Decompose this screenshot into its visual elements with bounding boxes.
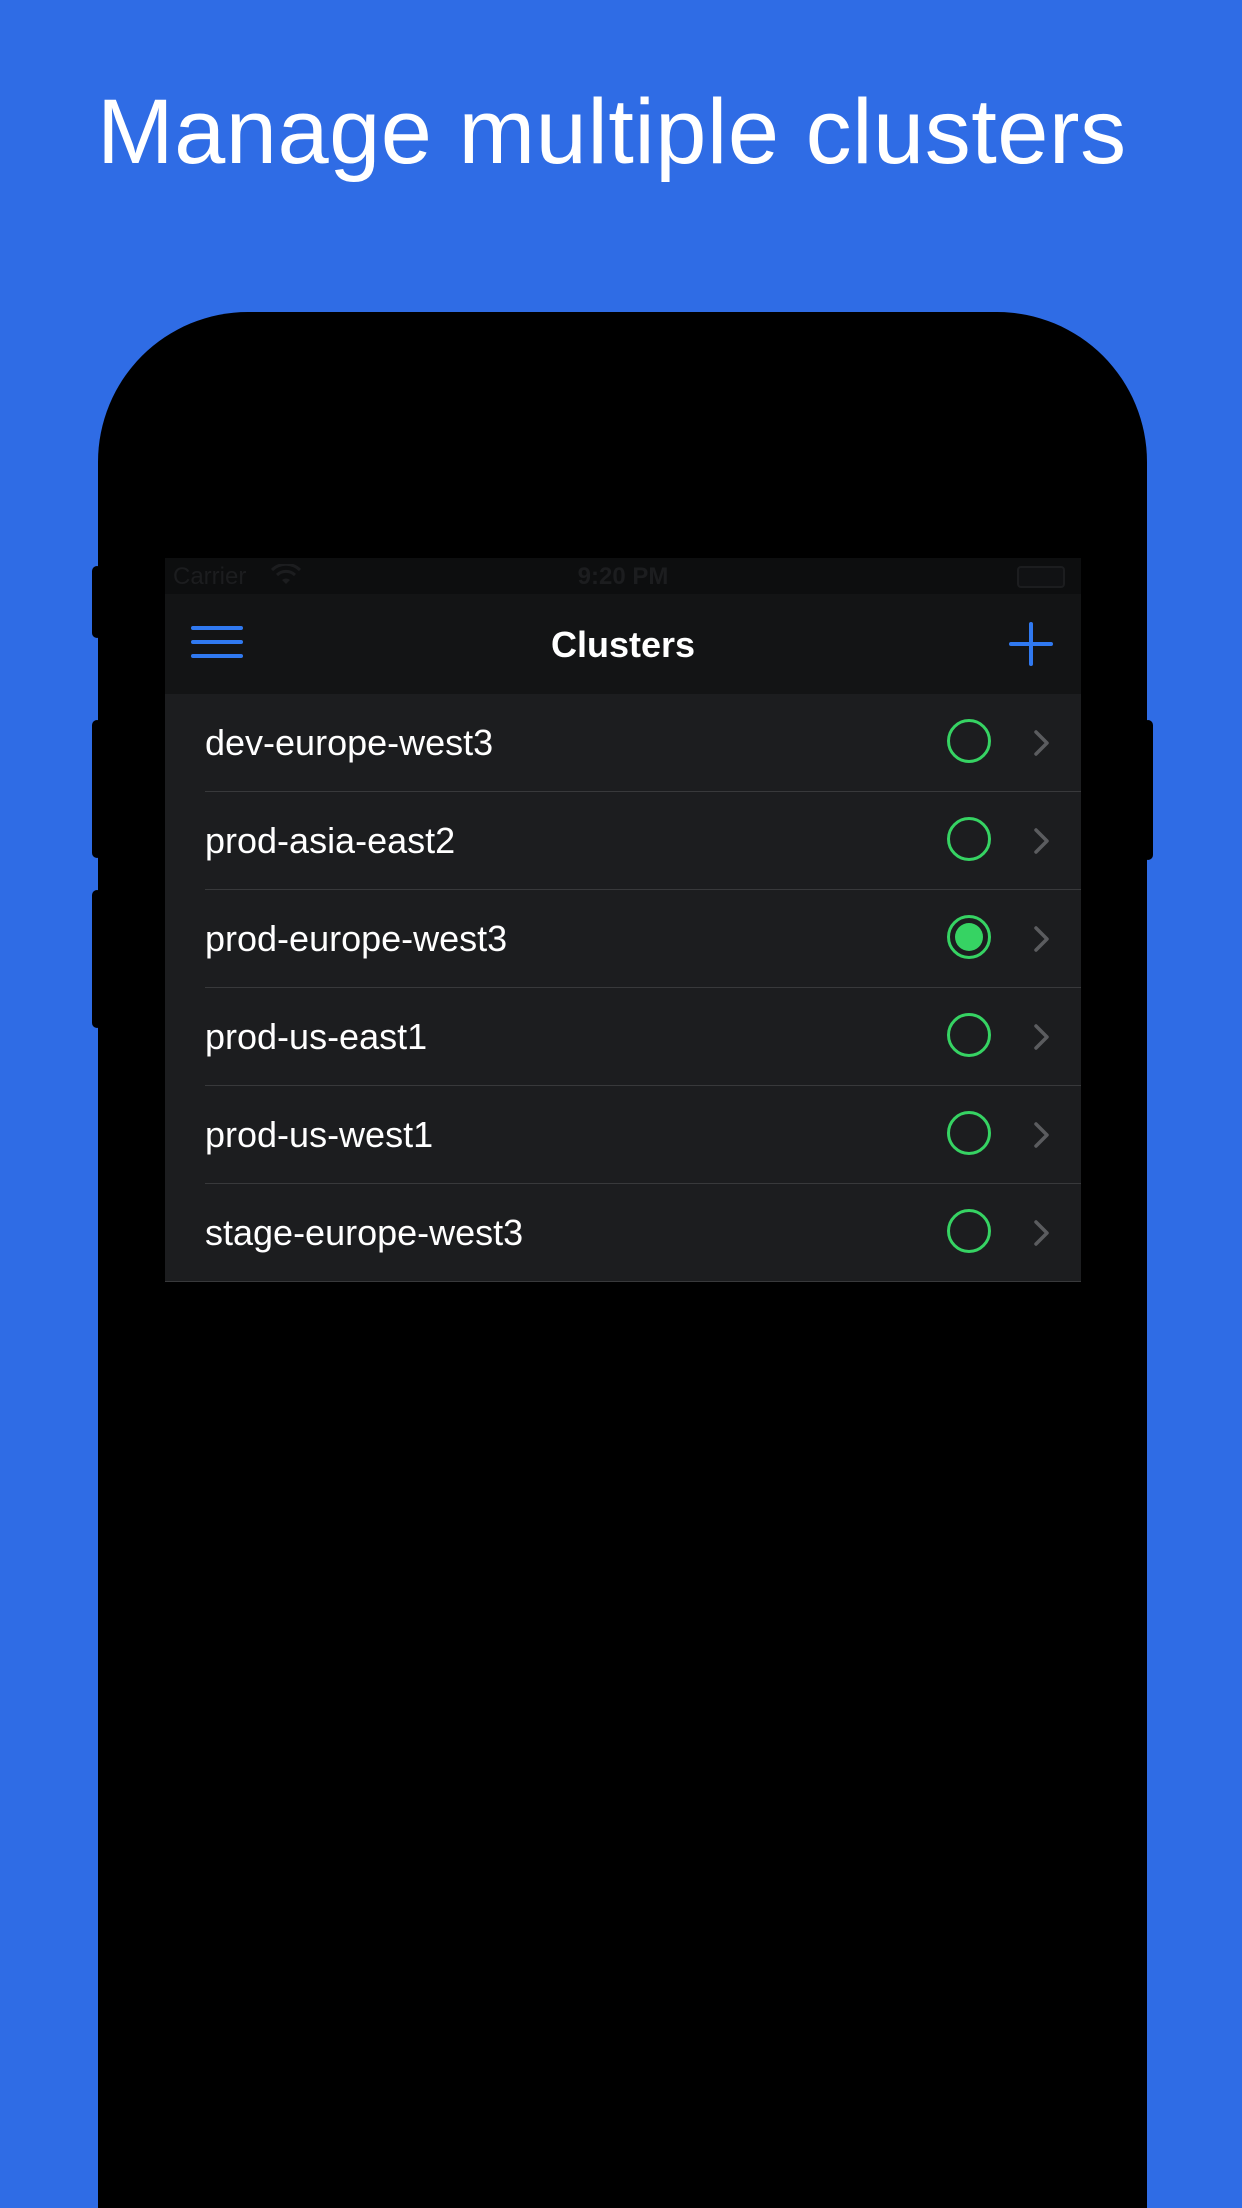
chevron-right-icon [1034, 730, 1049, 756]
navigation-bar: Clusters [165, 594, 1081, 694]
cluster-name: prod-asia-east2 [205, 820, 456, 861]
cluster-list: dev-europe-west3 prod-asia-east2 prod-euro… [165, 694, 1081, 1282]
plus-icon[interactable] [1003, 616, 1059, 672]
cluster-status-indicator-icon[interactable] [947, 1209, 991, 1253]
chevron-right-icon [1034, 926, 1049, 952]
chevron-right-icon [1034, 1220, 1049, 1246]
cluster-status-indicator-icon[interactable] [947, 719, 991, 763]
cluster-name: dev-europe-west3 [205, 722, 494, 763]
cluster-row[interactable]: prod-europe-west3 [165, 890, 1081, 988]
active-cluster-indicator-icon[interactable] [947, 915, 991, 959]
cluster-row[interactable]: stage-europe-west3 [165, 1184, 1081, 1282]
app-screen: Carrier 9:20 PM Clusters dev-europe-west… [165, 558, 1081, 2194]
cluster-status-indicator-icon[interactable] [947, 1111, 991, 1155]
chevron-right-icon [1034, 1122, 1049, 1148]
phone-volume-down [92, 890, 102, 1028]
cluster-name: prod-us-east1 [205, 1016, 428, 1057]
phone-mute-switch [92, 566, 102, 638]
cluster-name: prod-europe-west3 [205, 918, 508, 959]
chevron-right-icon [1034, 828, 1049, 854]
cluster-row[interactable]: prod-us-east1 [165, 988, 1081, 1086]
status-bar: Carrier 9:20 PM [165, 558, 1081, 594]
phone-volume-up [92, 720, 102, 858]
battery-icon [1017, 566, 1065, 588]
cluster-name: prod-us-west1 [205, 1114, 434, 1155]
phone-power-button [1143, 720, 1153, 860]
page-title: Clusters [550, 624, 696, 665]
cluster-status-indicator-icon[interactable] [947, 1013, 991, 1057]
chevron-right-icon [1034, 1024, 1049, 1050]
cluster-row[interactable]: prod-asia-east2 [165, 792, 1081, 890]
cluster-name: stage-europe-west3 [205, 1212, 524, 1253]
cluster-row[interactable]: dev-europe-west3 [165, 694, 1081, 792]
cluster-status-indicator-icon[interactable] [947, 817, 991, 861]
cluster-row[interactable]: prod-us-west1 [165, 1086, 1081, 1184]
promo-headline: Manage multiple clusters [97, 81, 1127, 183]
status-time: 9:20 PM [577, 563, 669, 590]
